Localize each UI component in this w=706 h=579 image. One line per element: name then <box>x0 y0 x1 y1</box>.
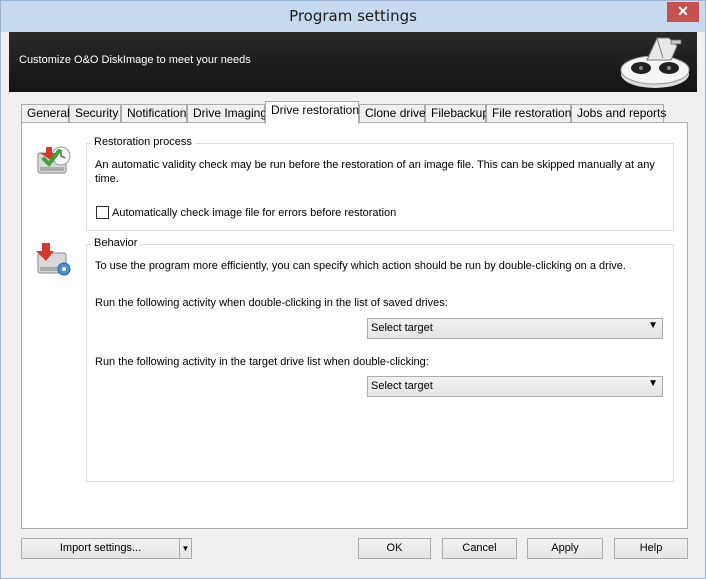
tab-clone-drive[interactable]: Clone drive <box>359 104 426 123</box>
target-drive-label: Run the following activity in the target… <box>95 356 429 368</box>
tab-file-restoration[interactable]: File restoration <box>486 104 571 123</box>
apply-button[interactable]: Apply <box>527 538 603 559</box>
saved-drives-label: Run the following activity when double-c… <box>95 297 448 309</box>
chevron-down-icon: ▼ <box>648 320 658 331</box>
target-drive-select-value: Select target <box>371 380 433 392</box>
saved-drives-select[interactable]: Select target ▼ <box>367 318 663 339</box>
behavior-title: Behavior <box>91 237 141 249</box>
disk-logo-icon <box>620 37 690 88</box>
window-title: Program settings <box>289 7 417 25</box>
tab-security[interactable]: Security <box>69 104 121 123</box>
cancel-button[interactable]: Cancel <box>442 538 517 559</box>
chevron-down-icon[interactable]: ▼ <box>179 539 191 558</box>
help-button[interactable]: Help <box>614 538 688 559</box>
tab-filebackup[interactable]: Filebackup <box>425 104 489 123</box>
import-settings-button[interactable]: Import settings... ▼ <box>21 538 192 559</box>
tab-drive-restoration[interactable]: Drive restoration <box>265 101 359 124</box>
ok-button[interactable]: OK <box>358 538 431 559</box>
tab-jobs-and-reports[interactable]: Jobs and reports <box>571 104 666 123</box>
header-banner: Customize O&O DiskImage to meet your nee… <box>9 32 697 92</box>
target-drive-select[interactable]: Select target ▼ <box>367 376 663 397</box>
import-settings-label: Import settings... <box>59 542 142 554</box>
auto-check-checkbox[interactable] <box>96 206 109 219</box>
drive-restore-settings-icon <box>36 243 71 276</box>
restoration-process-title: Restoration process <box>91 136 195 148</box>
tab-general[interactable]: General <box>21 104 70 123</box>
behavior-group: Behavior To use the program more efficie… <box>86 237 674 482</box>
saved-drives-select-value: Select target <box>371 322 433 334</box>
close-button[interactable]: ✕ <box>667 2 699 22</box>
program-settings-window: Program settings ✕ Customize O&O DiskIma… <box>0 0 706 579</box>
restoration-process-group: Restoration process An automatic validit… <box>86 136 674 231</box>
banner-text: Customize O&O DiskImage to meet your nee… <box>19 54 251 66</box>
tab-notification[interactable]: Notification <box>121 104 187 123</box>
tab-drive-imaging[interactable]: Drive Imaging <box>187 104 267 123</box>
behavior-description: To use the program more efficiently, you… <box>95 260 626 272</box>
auto-check-label[interactable]: Automatically check image file for error… <box>112 206 396 220</box>
restoration-description: An automatic validity check may be run b… <box>95 159 655 185</box>
title-bar: Program settings ✕ <box>1 1 705 32</box>
chevron-down-icon: ▼ <box>648 378 658 389</box>
drive-restoration-panel: Restoration process An automatic validit… <box>21 122 688 529</box>
drive-restore-check-icon <box>37 146 71 174</box>
